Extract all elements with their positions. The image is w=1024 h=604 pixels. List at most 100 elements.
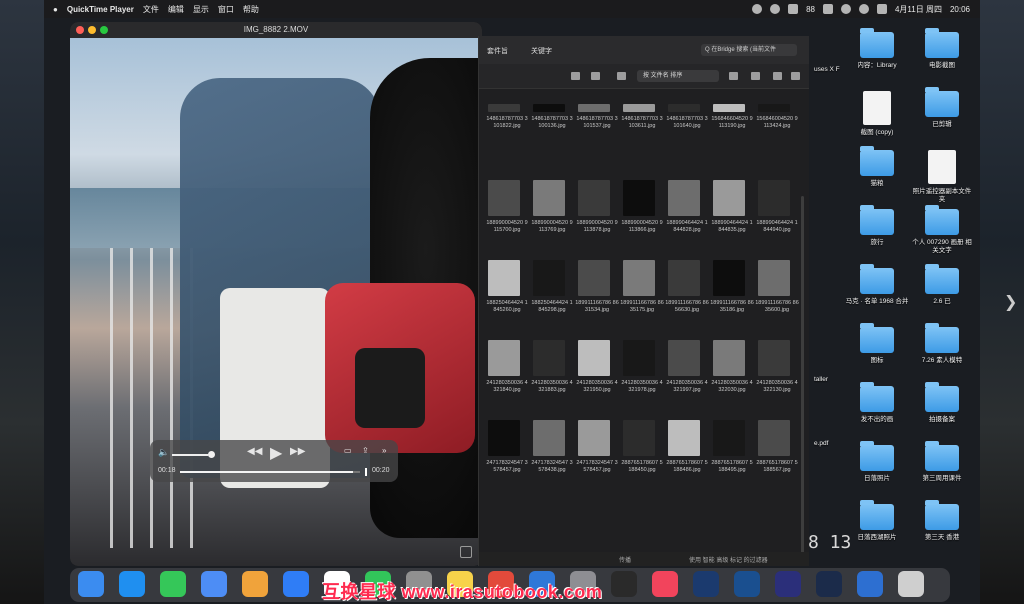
minimize-button[interactable]: [88, 26, 96, 34]
thumbnail-item[interactable]: 241280350036 4322030.jpg: [710, 340, 753, 414]
thumbnail-item[interactable]: 241280350036 4321978.jpg: [620, 340, 663, 414]
quicktime-icon[interactable]: [857, 571, 883, 597]
thumbnail-image[interactable]: [623, 260, 655, 296]
volume-knob[interactable]: [208, 451, 215, 458]
thumbnail-item[interactable]: 188990464424 1844828.jpg: [665, 180, 708, 254]
desktop-icon[interactable]: 旅行: [845, 205, 909, 247]
thumbnail-item[interactable]: 148618787703 3100136.jpg: [530, 76, 573, 150]
menu-date[interactable]: 4月11日 周四: [895, 4, 942, 15]
thumbnail-image[interactable]: [578, 420, 610, 456]
thumbnail-item[interactable]: 188990004520 9113769.jpg: [530, 180, 573, 254]
desktop-icon[interactable]: 马克 · 名单 1968 合并: [845, 264, 909, 306]
thumbnail-image[interactable]: [488, 180, 520, 216]
lightroom-icon[interactable]: [816, 571, 842, 597]
thumbnail-image[interactable]: [488, 420, 520, 456]
thumbnail-image[interactable]: [488, 260, 520, 296]
photos-icon[interactable]: [242, 571, 268, 597]
thumbnail-image[interactable]: [578, 180, 610, 216]
bridge-icon[interactable]: [693, 571, 719, 597]
airplay-icon[interactable]: ▭: [344, 446, 352, 455]
close-button[interactable]: [76, 26, 84, 34]
search-input[interactable]: Q 在Bridge 搜索 (当前文件: [701, 44, 797, 56]
thumbnail-item[interactable]: 189911166786 8635186.jpg: [710, 260, 754, 334]
video-frame[interactable]: [70, 38, 482, 566]
thumbnail-item[interactable]: 156846604520 9113190.jpg: [710, 76, 753, 150]
desktop-icon[interactable]: 第三周用课件: [910, 441, 974, 483]
thumbnail-image[interactable]: [578, 104, 610, 112]
thumbnail-item[interactable]: 247178324547 3578457.jpg: [485, 420, 528, 494]
thumbnail-item[interactable]: 156846004520 9113424.jpg: [755, 76, 798, 150]
thumbnail-image[interactable]: [623, 340, 655, 376]
thumbnail-image[interactable]: [668, 260, 700, 296]
zoom-button[interactable]: [100, 26, 108, 34]
desktop-icon[interactable]: 7.26 素人模特: [910, 323, 974, 365]
thumbnail-image[interactable]: [758, 180, 790, 216]
thumbnail-image[interactable]: [533, 340, 565, 376]
desktop-icon[interactable]: 已剪辑: [910, 87, 974, 129]
app-menu[interactable]: QuickTime Player: [67, 5, 134, 14]
thumbnail-item[interactable]: 247178324547 3578457.jpg: [575, 420, 618, 494]
photoshop-icon[interactable]: [734, 571, 760, 597]
desktop-icon[interactable]: 截图 (copy): [845, 91, 909, 137]
desktop-icon[interactable]: 电影截图: [910, 28, 974, 70]
thumbnail-item[interactable]: 148618787703 3103611.jpg: [620, 76, 663, 150]
menu-view[interactable]: 显示: [193, 4, 209, 15]
menu-help[interactable]: 帮助: [243, 4, 259, 15]
keyboard-icon[interactable]: [822, 4, 833, 14]
thumbnail-image[interactable]: [713, 180, 745, 216]
thumbnail-image[interactable]: [488, 340, 520, 376]
desktop-icon[interactable]: 日落照片: [845, 441, 909, 483]
thumbnail-image[interactable]: [713, 420, 745, 456]
mail-icon[interactable]: [201, 571, 227, 597]
thumbnail-item[interactable]: 288765178607 5188567.jpg: [755, 420, 798, 494]
thumbnail-item[interactable]: 288765178607 5188486.jpg: [665, 420, 708, 494]
thumbnail-item[interactable]: 188990464424 1844940.jpg: [755, 180, 798, 254]
thumbnail-item[interactable]: 188990004520 9113878.jpg: [575, 180, 618, 254]
messages-icon[interactable]: [160, 571, 186, 597]
thumbnail-image[interactable]: [758, 420, 790, 456]
thumbnail-item[interactable]: 189911166786 8635600.jpg: [755, 260, 799, 334]
apple-menu-icon[interactable]: ●: [53, 5, 58, 14]
thumbnail-image[interactable]: [758, 260, 790, 296]
bridge2-icon[interactable]: [775, 571, 801, 597]
tab-keywords[interactable]: 关键字: [531, 46, 552, 56]
battery-icon[interactable]: [788, 4, 799, 14]
scrollbar[interactable]: [801, 196, 804, 556]
thumbnail-image[interactable]: [668, 420, 700, 456]
menu-edit[interactable]: 编辑: [168, 4, 184, 15]
desktop-icon[interactable]: 日落西湖照片: [845, 500, 909, 542]
thumbnail-image[interactable]: [623, 104, 655, 112]
thumbnail-image[interactable]: [578, 340, 610, 376]
desktop-icon[interactable]: 发不出的画: [845, 382, 909, 424]
thumbnail-image[interactable]: [713, 340, 745, 376]
trash-icon[interactable]: [898, 571, 924, 597]
thumbnail-image[interactable]: [488, 104, 520, 112]
thumbnail-image[interactable]: [758, 340, 790, 376]
thumbnail-item[interactable]: 148618787703 3101822.jpg: [485, 76, 528, 150]
fast-forward-icon[interactable]: ▶▶: [290, 446, 305, 457]
share-icon[interactable]: ⇪: [362, 446, 369, 455]
desktop-icon[interactable]: 照片遥控器副本文件夹: [910, 150, 974, 204]
thumbnail-image[interactable]: [623, 180, 655, 216]
thumbnail-item[interactable]: 188990004520 9115700.jpg: [485, 180, 528, 254]
thumbnail-item[interactable]: 241280350036 4321883.jpg: [530, 340, 573, 414]
volume-icon[interactable]: 🔈: [158, 447, 169, 458]
terminal-icon[interactable]: [611, 571, 637, 597]
wifi-icon[interactable]: [840, 4, 851, 14]
timeline-slider[interactable]: [180, 471, 360, 473]
thumbnail-image[interactable]: [758, 104, 790, 112]
thumbnail-image[interactable]: [533, 104, 565, 112]
thumbnail-image[interactable]: [533, 420, 565, 456]
thumbnail-image[interactable]: [668, 340, 700, 376]
rewind-icon[interactable]: ◀◀: [247, 446, 262, 457]
qt-titlebar[interactable]: IMG_8882 2.MOV: [70, 22, 482, 38]
desktop-icon[interactable]: 个人 007290 画册 相关文字: [910, 205, 974, 255]
finder-icon[interactable]: [78, 571, 104, 597]
thumbnail-item[interactable]: 188250464424 1845260.jpg: [485, 260, 528, 334]
thumbnail-item[interactable]: 148618787703 3101640.jpg: [665, 76, 708, 150]
desktop-icon[interactable]: 第三天 香港: [910, 500, 974, 542]
menu-file[interactable]: 文件: [143, 4, 159, 15]
thumbnail-image[interactable]: [668, 104, 700, 112]
thumbnail-image[interactable]: [533, 260, 565, 296]
thumbnail-image[interactable]: [533, 180, 565, 216]
